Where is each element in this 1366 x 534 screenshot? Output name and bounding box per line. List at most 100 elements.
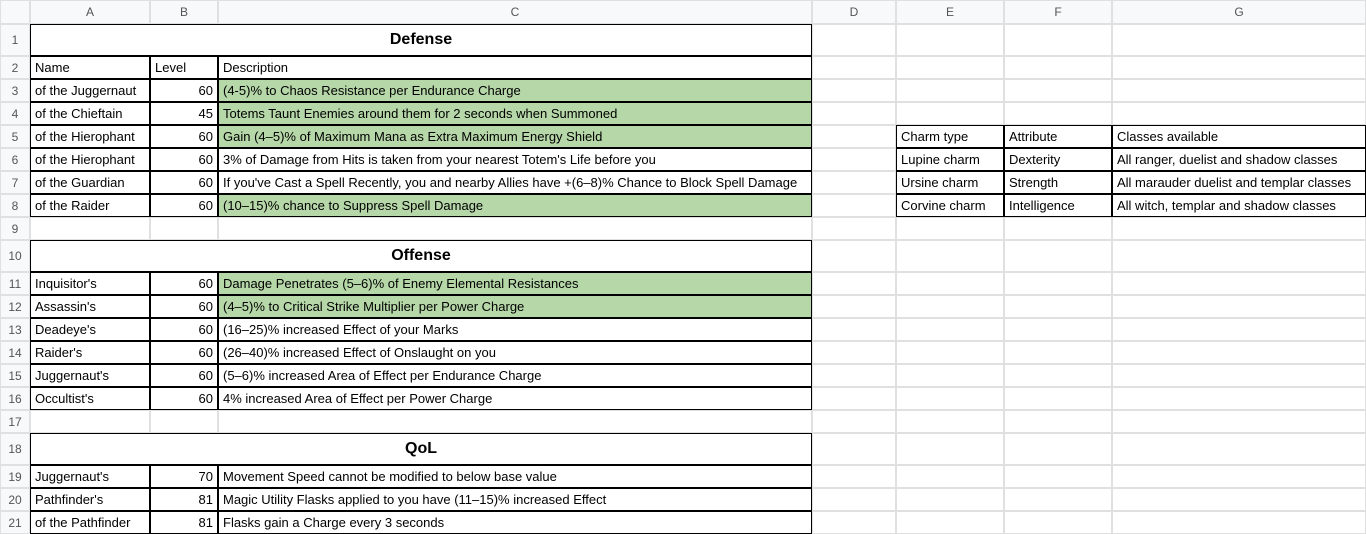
table-cell[interactable]: 60 — [150, 387, 218, 410]
charm-cell[interactable]: All marauder duelist and templar classes — [1112, 171, 1366, 194]
cell-r17c3[interactable] — [218, 410, 812, 433]
table-cell[interactable]: of the Juggernaut — [30, 79, 150, 102]
table-cell[interactable]: 60 — [150, 79, 218, 102]
cell-r15c6[interactable] — [1004, 364, 1112, 387]
cell-r9c2[interactable] — [150, 217, 218, 240]
table-cell[interactable]: Juggernaut's — [30, 364, 150, 387]
cell-r14c6[interactable] — [1004, 341, 1112, 364]
col-header-D[interactable]: D — [812, 0, 896, 24]
row-header-20[interactable]: 20 — [0, 488, 30, 511]
row-header-13[interactable]: 13 — [0, 318, 30, 341]
row-header-15[interactable]: 15 — [0, 364, 30, 387]
header-level[interactable]: Level — [150, 56, 218, 79]
cell-r14c7[interactable] — [1112, 341, 1366, 364]
table-cell[interactable]: 60 — [150, 125, 218, 148]
cell-r17c4[interactable] — [812, 410, 896, 433]
cell-r16c7[interactable] — [1112, 387, 1366, 410]
table-cell[interactable]: Raider's — [30, 341, 150, 364]
cell-r2c6[interactable] — [1004, 56, 1112, 79]
section-header[interactable]: Defense — [30, 24, 812, 56]
cell-r10c5[interactable] — [896, 240, 1004, 272]
row-header-19[interactable]: 19 — [0, 465, 30, 488]
cell-r11c6[interactable] — [1004, 272, 1112, 295]
table-cell[interactable]: (26–40)% increased Effect of Onslaught o… — [218, 341, 812, 364]
cell-r2c4[interactable] — [812, 56, 896, 79]
table-cell[interactable]: Damage Penetrates (5–6)% of Enemy Elemen… — [218, 272, 812, 295]
cell-r1c4[interactable] — [812, 24, 896, 56]
cell-r17c5[interactable] — [896, 410, 1004, 433]
section-header[interactable]: QoL — [30, 433, 812, 465]
table-cell[interactable]: Inquisitor's — [30, 272, 150, 295]
table-cell[interactable]: (4–5)% to Critical Strike Multiplier per… — [218, 295, 812, 318]
cell-r3c4[interactable] — [812, 79, 896, 102]
table-cell[interactable]: of the Hierophant — [30, 148, 150, 171]
charm-cell[interactable]: Intelligence — [1004, 194, 1112, 217]
cell-r9c6[interactable] — [1004, 217, 1112, 240]
cell-r9c4[interactable] — [812, 217, 896, 240]
table-cell[interactable]: 45 — [150, 102, 218, 125]
spreadsheet-grid[interactable]: ABCDEFG1Defense2NameLevelDescription3of … — [0, 0, 1366, 534]
cell-r18c6[interactable] — [1004, 433, 1112, 465]
table-cell[interactable]: Juggernaut's — [30, 465, 150, 488]
cell-r12c6[interactable] — [1004, 295, 1112, 318]
cell-r12c7[interactable] — [1112, 295, 1366, 318]
table-cell[interactable]: Magic Utility Flasks applied to you have… — [218, 488, 812, 511]
row-header-6[interactable]: 6 — [0, 148, 30, 171]
section-header[interactable]: Offense — [30, 240, 812, 272]
cell-r1c5[interactable] — [896, 24, 1004, 56]
table-cell[interactable]: (4-5)% to Chaos Resistance per Endurance… — [218, 79, 812, 102]
cell-r13c6[interactable] — [1004, 318, 1112, 341]
row-header-14[interactable]: 14 — [0, 341, 30, 364]
table-cell[interactable]: Occultist's — [30, 387, 150, 410]
cell-r16c4[interactable] — [812, 387, 896, 410]
cell-r19c7[interactable] — [1112, 465, 1366, 488]
table-cell[interactable]: Movement Speed cannot be modified to bel… — [218, 465, 812, 488]
cell-r9c5[interactable] — [896, 217, 1004, 240]
table-cell[interactable]: 60 — [150, 364, 218, 387]
row-header-18[interactable]: 18 — [0, 433, 30, 465]
row-header-10[interactable]: 10 — [0, 240, 30, 272]
header-description[interactable]: Description — [218, 56, 812, 79]
cell-r18c4[interactable] — [812, 433, 896, 465]
table-cell[interactable]: 4% increased Area of Effect per Power Ch… — [218, 387, 812, 410]
cell-r14c5[interactable] — [896, 341, 1004, 364]
table-cell[interactable]: 81 — [150, 511, 218, 534]
col-header-E[interactable]: E — [896, 0, 1004, 24]
cell-r20c7[interactable] — [1112, 488, 1366, 511]
row-header-16[interactable]: 16 — [0, 387, 30, 410]
table-cell[interactable]: of the Hierophant — [30, 125, 150, 148]
col-header-A[interactable]: A — [30, 0, 150, 24]
cell-r20c5[interactable] — [896, 488, 1004, 511]
table-cell[interactable]: (10–15)% chance to Suppress Spell Damage — [218, 194, 812, 217]
cell-r3c7[interactable] — [1112, 79, 1366, 102]
cell-r4c6[interactable] — [1004, 102, 1112, 125]
cell-r4c4[interactable] — [812, 102, 896, 125]
table-cell[interactable]: 60 — [150, 194, 218, 217]
table-cell[interactable]: 60 — [150, 341, 218, 364]
cell-r10c4[interactable] — [812, 240, 896, 272]
table-cell[interactable]: 60 — [150, 295, 218, 318]
cell-r21c6[interactable] — [1004, 511, 1112, 534]
charm-cell[interactable]: Lupine charm — [896, 148, 1004, 171]
cell-r18c5[interactable] — [896, 433, 1004, 465]
cell-r16c5[interactable] — [896, 387, 1004, 410]
cell-r4c7[interactable] — [1112, 102, 1366, 125]
table-cell[interactable]: (5–6)% increased Area of Effect per Endu… — [218, 364, 812, 387]
cell-r17c1[interactable] — [30, 410, 150, 433]
table-cell[interactable]: Flasks gain a Charge every 3 seconds — [218, 511, 812, 534]
cell-r17c2[interactable] — [150, 410, 218, 433]
cell-r21c4[interactable] — [812, 511, 896, 534]
charm-cell[interactable]: Corvine charm — [896, 194, 1004, 217]
cell-r5c4[interactable] — [812, 125, 896, 148]
cell-r4c5[interactable] — [896, 102, 1004, 125]
row-header-17[interactable]: 17 — [0, 410, 30, 433]
cell-r15c5[interactable] — [896, 364, 1004, 387]
row-header-21[interactable]: 21 — [0, 511, 30, 534]
table-cell[interactable]: Gain (4–5)% of Maximum Mana as Extra Max… — [218, 125, 812, 148]
table-cell[interactable]: If you've Cast a Spell Recently, you and… — [218, 171, 812, 194]
table-cell[interactable]: 81 — [150, 488, 218, 511]
cell-r10c7[interactable] — [1112, 240, 1366, 272]
cell-r10c6[interactable] — [1004, 240, 1112, 272]
cell-r6c4[interactable] — [812, 148, 896, 171]
charm-cell[interactable]: Ursine charm — [896, 171, 1004, 194]
